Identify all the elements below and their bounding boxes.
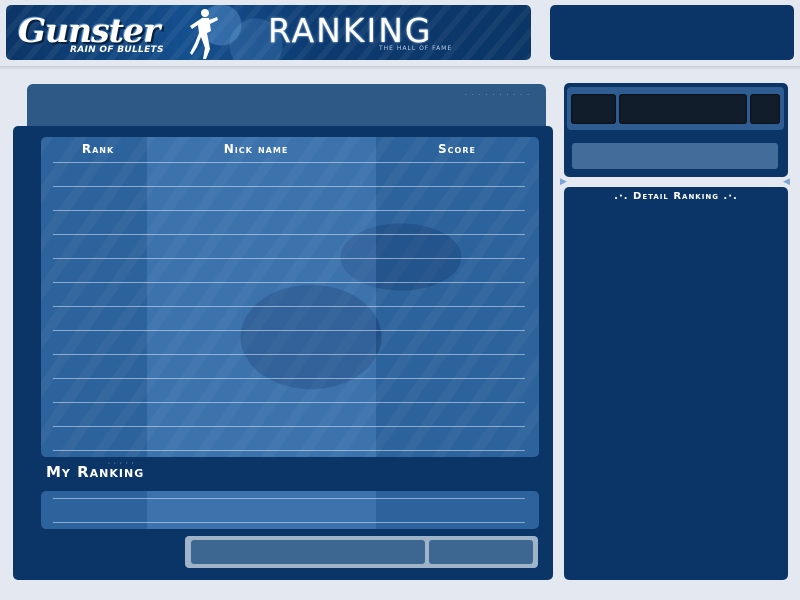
table-row-divider [53, 234, 525, 235]
game-header: Gunster RAIN OF BULLETS RANKING THE HALL… [6, 5, 531, 60]
table-row-divider [53, 306, 525, 307]
page-subtitle: THE HALL OF FAME [379, 45, 453, 52]
nickname-column-highlight [147, 491, 376, 529]
arrow-left-icon: ◀ [783, 177, 790, 187]
ranking-action-button[interactable] [191, 540, 425, 564]
table-row-divider [53, 354, 525, 355]
arrow-right-icon: ▶ [560, 177, 567, 187]
search-option-left[interactable] [571, 94, 616, 124]
table-row-divider [53, 378, 525, 379]
decorative-dots: ····· [108, 461, 138, 467]
header-divider [0, 66, 800, 70]
column-header-rank: Rank [81, 142, 115, 156]
search-input[interactable] [572, 143, 778, 169]
table-row-divider [53, 330, 525, 331]
row-divider [53, 522, 525, 523]
table-row-divider [53, 426, 525, 427]
detail-ranking-panel [564, 187, 788, 580]
header-side-panel [550, 5, 794, 60]
column-header-score: Score [438, 142, 476, 156]
search-option-center[interactable] [619, 94, 747, 124]
nickname-column-highlight [147, 137, 376, 457]
my-ranking-row [41, 491, 539, 529]
ranking-secondary-button[interactable] [429, 540, 533, 564]
detail-ranking-title: .·. Detail Ranking .·. [614, 191, 738, 202]
table-row-divider [53, 210, 525, 211]
table-row-divider [53, 450, 525, 451]
table-row-divider [53, 186, 525, 187]
search-option-right[interactable] [750, 94, 780, 124]
table-row-divider [53, 402, 525, 403]
table-row-divider [53, 258, 525, 259]
character-figure-icon [190, 9, 218, 59]
row-divider [53, 498, 525, 499]
ranking-table: Rank Nick name Score [41, 137, 539, 457]
column-header-nickname: Nick name [223, 142, 289, 156]
table-row-divider [53, 282, 525, 283]
game-logo-subtitle: RAIN OF BULLETS [70, 45, 164, 55]
decorative-dots: ·········· [464, 92, 534, 99]
table-row-divider [53, 162, 525, 163]
my-ranking-heading: My Ranking ····· [46, 461, 144, 481]
